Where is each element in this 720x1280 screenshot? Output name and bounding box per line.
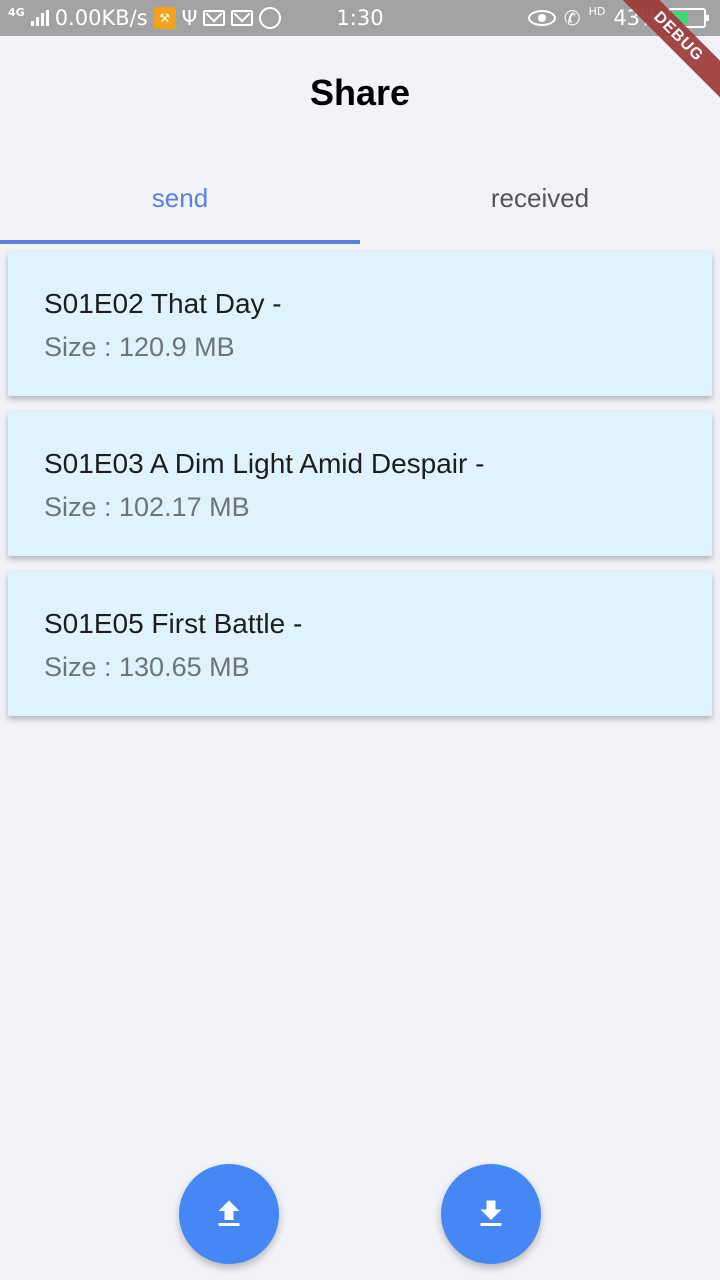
download-icon xyxy=(480,1200,502,1226)
download-button[interactable] xyxy=(441,1164,541,1264)
tab-bar: send received xyxy=(0,152,720,244)
network-speed: 0.00KB/s xyxy=(54,6,148,30)
upload-icon xyxy=(218,1200,240,1226)
page-title: Share xyxy=(309,72,411,113)
call-icon: ✆ xyxy=(563,6,581,30)
file-card[interactable]: S01E05 First Battle - Size : 130.65 MB xyxy=(8,572,712,716)
gmail-icon xyxy=(231,10,254,26)
network-type: 4G xyxy=(8,5,25,19)
tab-send[interactable]: send xyxy=(0,152,360,244)
file-size: Size : 120.9 MB xyxy=(44,332,235,362)
usb-icon: Ψ xyxy=(181,6,198,30)
tab-indicator xyxy=(0,240,360,244)
file-title: S01E02 That Day - xyxy=(44,288,282,319)
mail-icon xyxy=(203,10,226,26)
app-notification-icon: ⚒ xyxy=(153,7,176,29)
status-bar: 4G 0.00KB/s ⚒ Ψ 1:30 ✆ HD 43% xyxy=(0,0,720,36)
file-card[interactable]: S01E02 That Day - Size : 120.9 MB xyxy=(8,252,712,396)
file-size: Size : 102.17 MB xyxy=(44,492,250,522)
whatsapp-icon xyxy=(259,7,282,29)
app-bar: Share xyxy=(0,36,720,152)
hd-indicator: HD xyxy=(588,4,606,18)
tab-received[interactable]: received xyxy=(360,152,720,244)
file-size: Size : 130.65 MB xyxy=(44,652,250,682)
file-title: S01E05 First Battle - xyxy=(44,608,303,639)
upload-button[interactable] xyxy=(179,1164,279,1264)
signal-icon xyxy=(30,10,49,26)
file-list: S01E02 That Day - Size : 120.9 MB S01E03… xyxy=(8,252,712,732)
file-title: S01E03 A Dim Light Amid Despair - xyxy=(44,448,485,479)
eye-comfort-icon xyxy=(527,10,556,26)
file-card[interactable]: S01E03 A Dim Light Amid Despair - Size :… xyxy=(8,412,712,556)
status-left: 4G 0.00KB/s ⚒ Ψ xyxy=(8,0,282,36)
